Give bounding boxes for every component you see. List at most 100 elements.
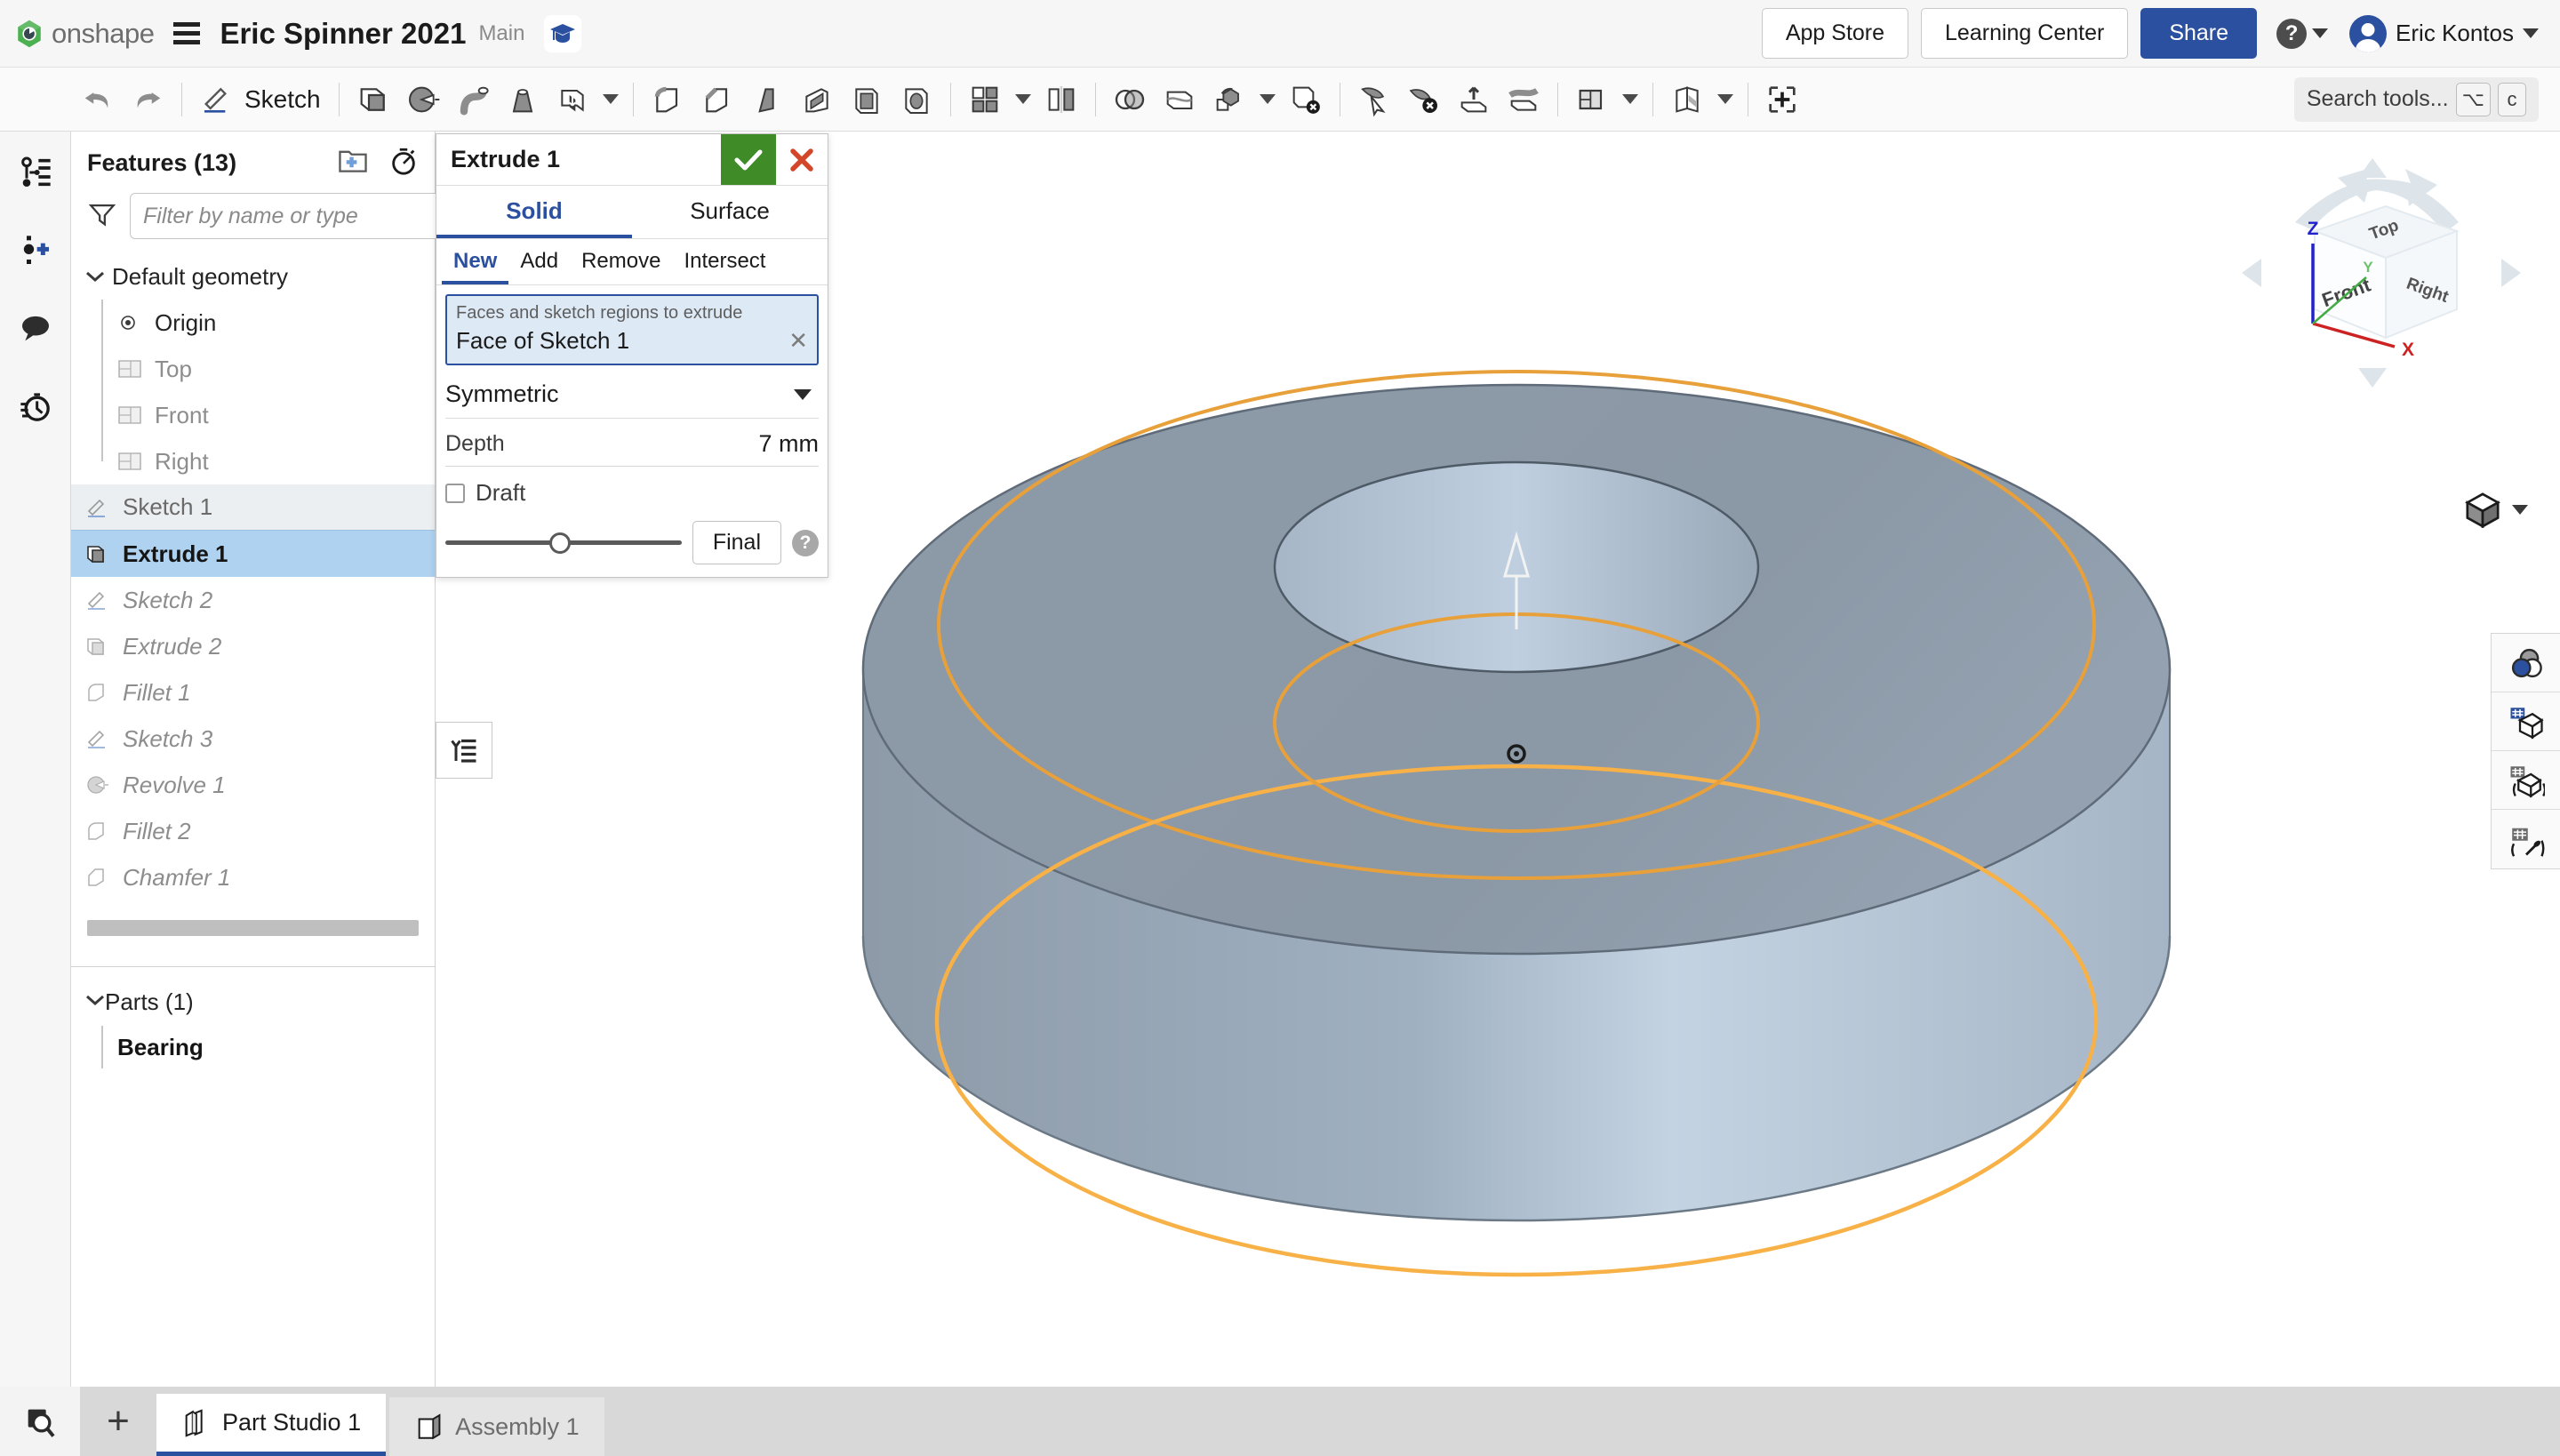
tree-item-fillet-2[interactable]: Fillet 2 [71,808,435,854]
chevron-down-icon[interactable] [1716,94,1733,104]
share-button[interactable]: Share [2140,8,2258,59]
parts-header[interactable]: Parts (1) [71,980,435,1024]
tree-item-chamfer-1[interactable]: Chamfer 1 [71,854,435,900]
shell-tool-icon[interactable] [842,75,892,124]
undo-arrow-icon[interactable] [73,75,123,124]
search-element-icon[interactable] [0,1387,80,1456]
clear-x-icon[interactable]: ✕ [788,327,808,355]
stopwatch-icon[interactable] [388,146,419,180]
part-item-bearing[interactable]: Bearing [71,1024,435,1070]
help-icon[interactable]: ? [792,529,819,556]
tree-item-right-plane[interactable]: Right [71,438,435,484]
quality-slider[interactable] [445,532,682,555]
measure-icon[interactable] [2492,810,2560,868]
op-new[interactable]: New [442,239,509,284]
move-face-tool-icon[interactable] [1349,75,1399,124]
chevron-down-icon[interactable] [85,994,105,1011]
history-icon[interactable] [12,384,59,430]
sketch-button[interactable]: Sketch [191,82,330,117]
draft-checkbox-row[interactable]: Draft [445,479,819,507]
depth-field[interactable]: Depth 7 mm [445,422,819,467]
mirror-tool-icon[interactable] [1036,75,1086,124]
chevron-down-icon[interactable] [602,94,619,104]
comments-icon[interactable] [12,306,59,352]
final-button[interactable]: Final [692,521,781,564]
add-tab-icon[interactable]: + [80,1387,156,1456]
display-state-icon[interactable] [2492,692,2560,751]
chamfer-tool-icon[interactable] [692,75,742,124]
plane-tool-icon[interactable] [1567,75,1617,124]
op-remove[interactable]: Remove [570,239,672,284]
view-cube[interactable]: Top Front Right Z X Y [2235,153,2528,393]
add-version-icon[interactable] [12,228,59,274]
tree-item-extrude-2[interactable]: Extrude 2 [71,623,435,669]
chevron-down-icon[interactable] [1259,94,1276,104]
onshape-logo[interactable]: onshape [14,18,155,50]
appearance-icon[interactable] [2492,634,2560,692]
tree-item-front-plane[interactable]: Front [71,392,435,438]
section-view-icon[interactable] [2492,751,2560,810]
tree-group-default-geometry[interactable]: Default geometry [71,253,435,300]
hole-tool-icon[interactable] [892,75,941,124]
feature-list-icon[interactable] [12,149,59,196]
tab-part-studio-1[interactable]: Part Studio 1 [156,1394,387,1456]
draft-tool-icon[interactable] [742,75,792,124]
extrude-tool-icon[interactable] [348,75,398,124]
user-menu[interactable]: Eric Kontos [2349,14,2539,52]
tree-item-revolve-1[interactable]: Revolve 1 [71,762,435,808]
help-menu[interactable]: ? [2276,18,2329,49]
chevron-down-icon[interactable] [85,270,112,283]
cancel-button[interactable] [776,134,828,185]
tree-item-fillet-1[interactable]: Fillet 1 [71,669,435,716]
chevron-down-icon[interactable] [1014,94,1031,104]
accept-button[interactable] [721,134,776,185]
chevron-down-icon [2312,28,2329,38]
tree-item-sketch-3[interactable]: Sketch 3 [71,716,435,762]
slider-knob[interactable] [548,532,571,554]
tree-item-extrude-1[interactable]: Extrude 1 [71,531,435,577]
tree-item-sketch-1[interactable]: Sketch 1 [71,484,435,531]
chevron-down-icon[interactable] [1621,94,1638,104]
tree-item-sketch-2[interactable]: Sketch 2 [71,577,435,623]
hamburger-menu-icon[interactable] [173,22,201,44]
op-intersect[interactable]: Intersect [672,239,777,284]
delete-face-tool-icon[interactable] [1399,75,1449,124]
feature-list-toggle-icon[interactable] [436,722,492,779]
enclose-tool-icon[interactable] [1499,75,1548,124]
graduation-cap-icon[interactable] [544,14,582,52]
extend-surface-tool-icon[interactable] [1449,75,1499,124]
app-store-button[interactable]: App Store [1761,8,1909,59]
thicken-tool-icon[interactable] [548,75,597,124]
split-tool-icon[interactable] [1155,75,1204,124]
document-branch-label[interactable]: Main [478,21,524,46]
rollback-bar[interactable] [87,920,419,936]
fillet-tool-icon[interactable] [643,75,692,124]
delete-part-tool-icon[interactable] [1281,75,1331,124]
tree-item-top-plane[interactable]: Top [71,346,435,392]
end-type-select[interactable]: Symmetric [445,371,819,419]
sweep-tool-icon[interactable] [448,75,498,124]
view-mode-button[interactable] [2462,491,2528,528]
sketch-plane-tool-icon[interactable] [1662,75,1712,124]
tab-surface[interactable]: Surface [632,186,828,238]
loft-tool-icon[interactable] [498,75,548,124]
insert-plus-tool-icon[interactable] [1757,75,1807,124]
features-filter-input[interactable] [130,193,446,239]
sketch-label: Sketch [244,84,321,113]
tab-solid[interactable]: Solid [436,186,632,238]
boolean-tool-icon[interactable] [1105,75,1155,124]
pattern-tool-icon[interactable] [960,75,1010,124]
document-title[interactable]: Eric Spinner 2021 [220,17,466,51]
new-folder-icon[interactable] [337,147,369,180]
transform-tool-icon[interactable] [1204,75,1254,124]
selection-box[interactable]: Faces and sketch regions to extrude Face… [445,294,819,365]
tree-item-origin[interactable]: Origin [71,300,435,346]
tab-assembly-1[interactable]: Assembly 1 [389,1397,604,1456]
op-add[interactable]: Add [508,239,570,284]
learning-center-button[interactable]: Learning Center [1921,8,2129,59]
draft-checkbox[interactable] [445,483,465,503]
revolve-tool-icon[interactable] [398,75,448,124]
redo-arrow-icon[interactable] [123,75,172,124]
search-tools-box[interactable]: Search tools... ⌥ c [2293,76,2539,122]
rib-tool-icon[interactable] [792,75,842,124]
